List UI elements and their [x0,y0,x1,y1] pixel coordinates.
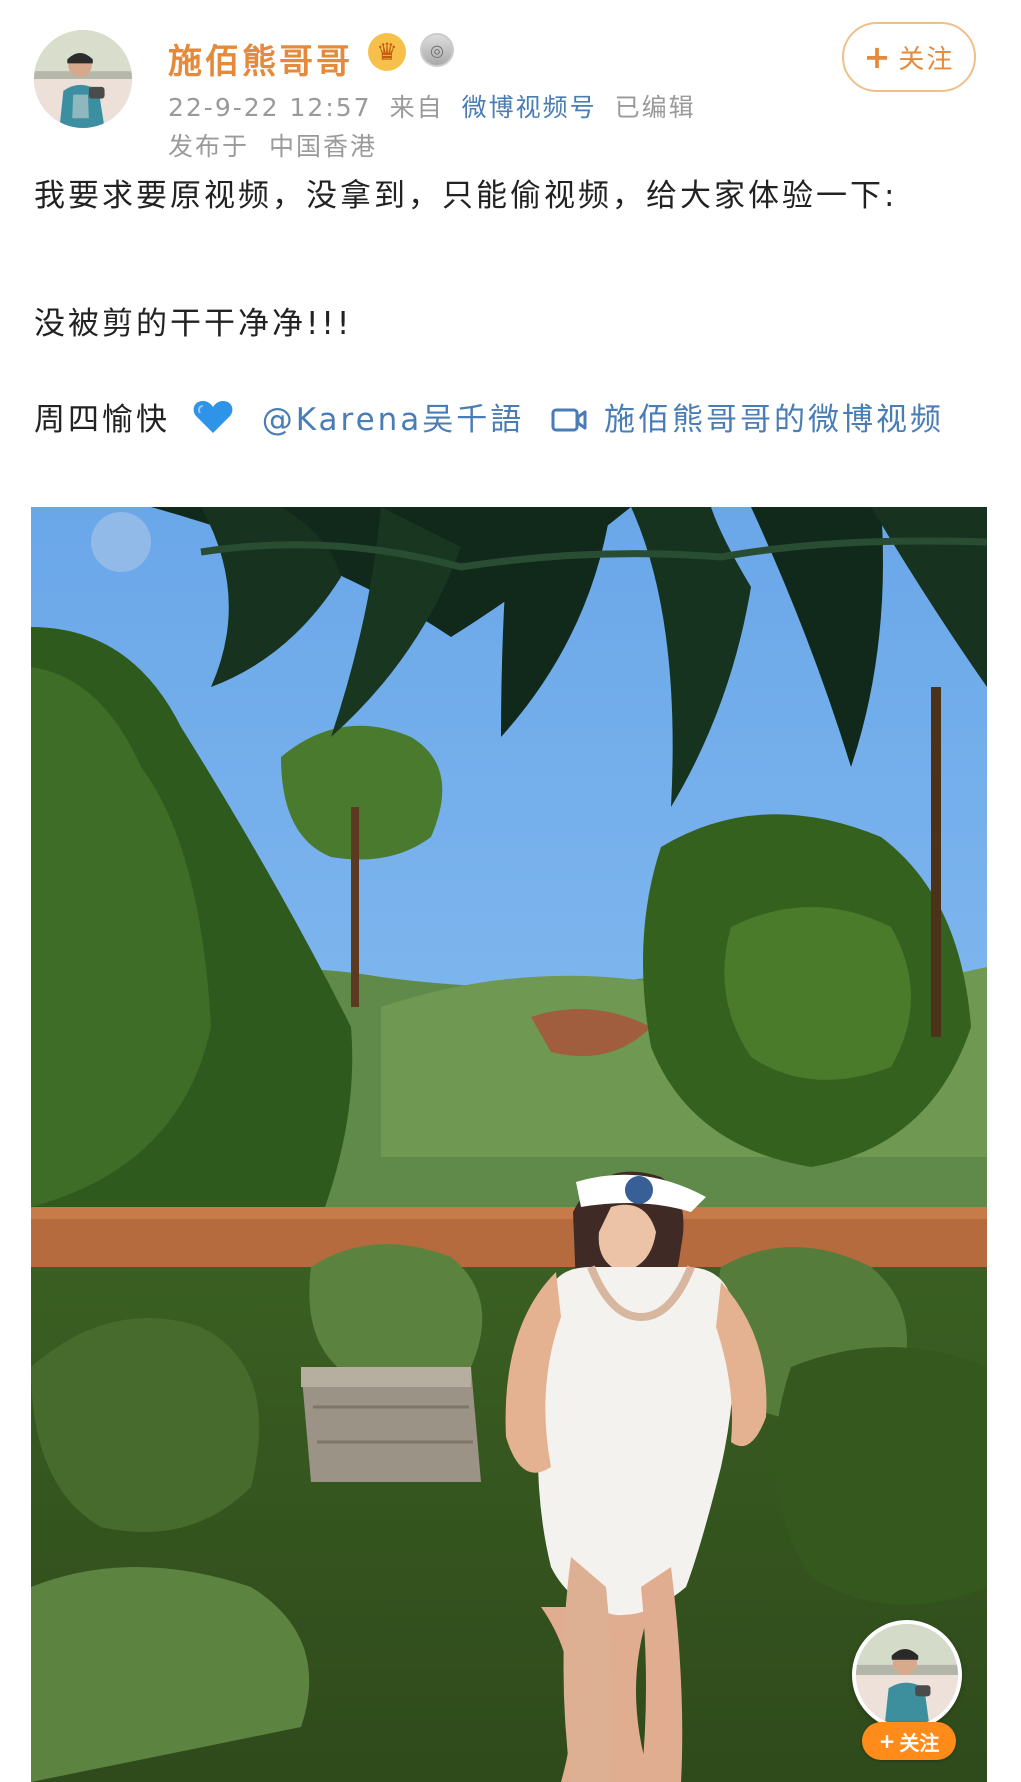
floating-author-avatar[interactable] [852,1620,962,1730]
plus-icon: + [863,38,893,76]
author-avatar[interactable] [34,30,132,128]
post-timestamp: 22-9-22 12:57 [168,93,372,122]
crown-icon: ♛ [368,33,406,71]
post-header: 施佰熊哥哥 ♛ ◎ 22-9-22 12:57 来自 微博视频号 已编辑 发布于… [0,0,1021,161]
location-value: 中国香港 [269,132,378,161]
follow-label: 关注 [898,44,955,75]
author-name[interactable]: 施佰熊哥哥 [168,34,353,83]
avatar-illustration [34,30,132,128]
post-body: 我要求要原视频，没拿到，只能偷视频，给大家体验一下: 没被剪的干干净净!!! 周… [34,175,964,441]
plus-icon: + [878,1729,896,1753]
post-image[interactable] [31,507,987,1782]
location-prefix: 发布于 [168,132,250,161]
follow-button[interactable]: + 关注 [842,22,976,92]
post-line-3: 周四愉快 @Karena吴千語 施佰熊哥哥的微博视频 [34,399,964,441]
post-meta: 22-9-22 12:57 来自 微博视频号 已编辑 [168,88,696,124]
source-prefix: 来自 [389,93,444,122]
medal-icon: ◎ [420,33,454,67]
floating-avatar-illustration [856,1624,958,1726]
post-location: 发布于 中国香港 [168,127,377,163]
blue-heart-icon [193,401,233,433]
post-line-3-prefix: 周四愉快 [34,402,170,438]
edited-label: 已编辑 [614,93,696,122]
mention-link[interactable]: @Karena吴千語 [262,402,525,438]
floating-follow-button[interactable]: + 关注 [862,1722,956,1760]
floating-follow-label: 关注 [899,1730,940,1755]
video-link[interactable]: 施佰熊哥哥的微博视频 [604,402,944,438]
video-icon [551,408,587,432]
post-line-1: 我要求要原视频，没拿到，只能偷视频，给大家体验一下: [34,178,898,214]
post-source[interactable]: 微博视频号 [462,88,597,124]
post-line-2: 没被剪的干干净净!!! [34,306,353,342]
post-image-scene [31,507,987,1782]
